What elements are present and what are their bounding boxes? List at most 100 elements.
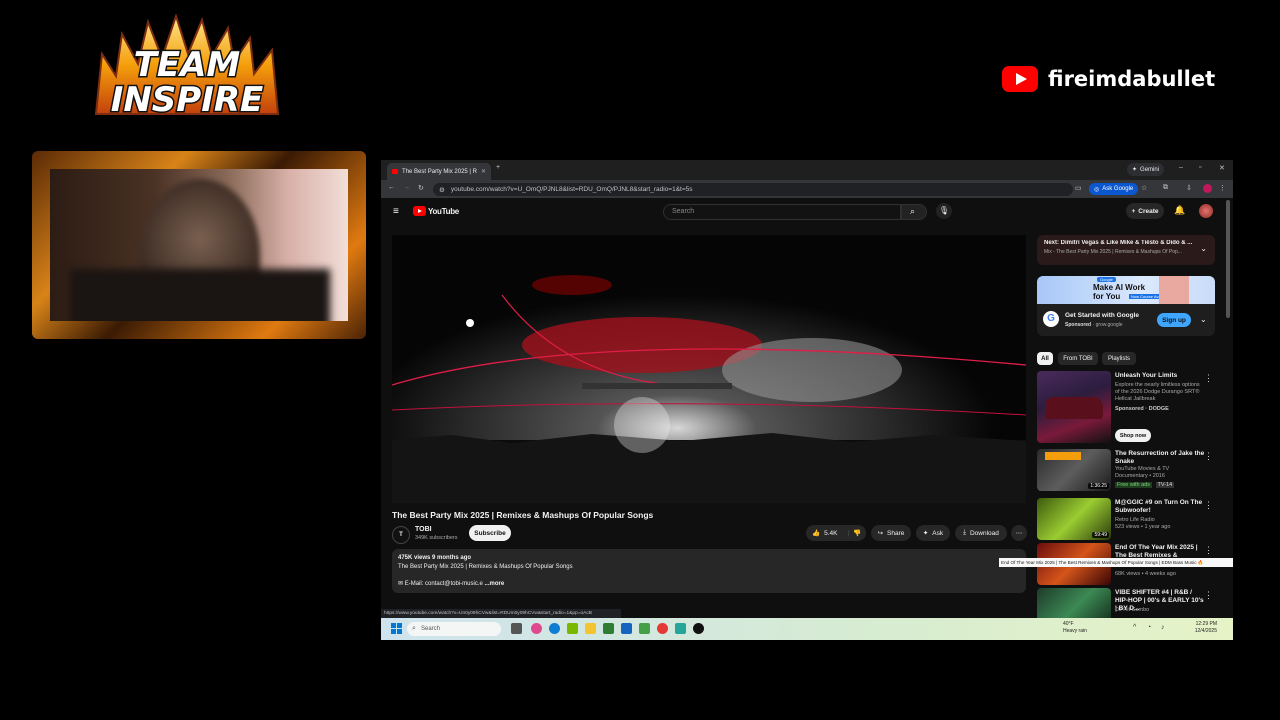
chip-from-tobi[interactable]: From TOBI — [1058, 352, 1098, 365]
description-line: The Best Party Mix 2025 | Remixes & Mash… — [398, 564, 573, 570]
profile-avatar[interactable] — [1203, 184, 1212, 193]
chevron-down-icon[interactable]: ⌄ — [1200, 244, 1207, 253]
dislike-icon[interactable]: 👎 — [853, 529, 861, 537]
chip-all[interactable]: All — [1037, 352, 1053, 365]
chrome-icon[interactable] — [657, 623, 668, 634]
window-close-icon[interactable]: ✕ — [1219, 164, 1225, 172]
ad-expand-chevron-icon[interactable]: ⌄ — [1200, 315, 1207, 324]
clock-time: 12:29 PM — [1195, 621, 1217, 627]
mic-icon[interactable]: 🎙 — [936, 203, 952, 219]
rec-channel: DJ Hit Combo — [1115, 607, 1150, 613]
url-text: youtube.com/watch?v=U_OmQ/PJNL8&list=RDU… — [450, 186, 693, 193]
youtube-logo[interactable]: YouTube — [413, 206, 459, 216]
gemini-button[interactable]: ✦ Gemini — [1127, 163, 1165, 176]
copilot-icon[interactable] — [531, 623, 542, 634]
more-options-icon[interactable]: ⋮ — [1204, 373, 1213, 384]
clock[interactable]: 12:29 PM 12/4/2025 — [1177, 621, 1217, 635]
edge-icon[interactable] — [549, 623, 560, 634]
store-icon[interactable] — [567, 623, 578, 634]
email-icon: ✉ — [398, 581, 404, 587]
site-info-icon[interactable]: ⚙ — [439, 186, 445, 194]
extensions-icon[interactable]: ⧉ — [1163, 184, 1168, 192]
show-more-link[interactable]: ...more — [485, 581, 505, 587]
tab-close-icon[interactable]: ✕ — [481, 168, 486, 175]
maximize-icon[interactable]: ▫ — [1199, 164, 1201, 171]
reload-icon[interactable]: ↻ — [418, 184, 424, 192]
download-button[interactable]: ⤓ Download — [955, 525, 1007, 541]
app-icon[interactable] — [675, 623, 686, 634]
search-button[interactable]: ⌕ — [901, 204, 927, 220]
more-options-icon[interactable]: ⋮ — [1204, 545, 1213, 556]
views-and-date: 475K views 9 months ago — [398, 555, 472, 561]
tray-chevron-icon[interactable]: ^ — [1133, 624, 1136, 631]
up-next-box[interactable]: Next: Dimitri Vegas & Like Mike & Tiësto… — [1037, 235, 1215, 265]
status-url: https://www.youtube.com/watch?v=Un0y09hC… — [381, 609, 621, 618]
taskbar-search-input[interactable]: ⌕ Search — [407, 622, 501, 636]
ask-google-button[interactable]: ◎ Ask Google — [1089, 183, 1139, 195]
lens-icon: ◎ — [1094, 186, 1100, 193]
app-icon[interactable] — [603, 623, 614, 634]
up-next-title: Next: Dimitri Vegas & Like Mike & Tiësto… — [1044, 240, 1193, 246]
bookmark-star-icon[interactable]: ☆ — [1141, 184, 1147, 192]
ask-button[interactable]: ✦ Ask — [916, 525, 950, 541]
windows-start-icon[interactable] — [391, 623, 402, 634]
subscriber-count: 349K subscribers — [415, 535, 458, 541]
subscribe-button[interactable]: Subscribe — [469, 525, 511, 541]
more-options-icon[interactable]: ⋮ — [1204, 500, 1213, 511]
search-input[interactable]: Search — [663, 204, 901, 220]
tooltip: End Of The Year Mix 2025 | The Best Remi… — [999, 558, 1233, 567]
obs-icon[interactable] — [693, 623, 704, 634]
back-icon[interactable]: ← — [388, 184, 395, 191]
notifications-bell-icon[interactable]: 🔔 — [1174, 205, 1185, 216]
video-player[interactable] — [392, 235, 1026, 503]
rating-badge: TV-14 — [1155, 482, 1175, 488]
hamburger-menu-icon[interactable]: ≡ — [393, 206, 399, 217]
clock-date: 12/4/2025 — [1194, 628, 1217, 634]
shop-now-button[interactable]: Shop now — [1115, 429, 1151, 442]
browser-menu-icon[interactable]: ⋮ — [1219, 184, 1226, 192]
free-with-ads-badge: Free with ads — [1115, 482, 1153, 488]
chip-playlists[interactable]: Playlists — [1102, 352, 1136, 365]
search-icon: ⌕ — [910, 206, 916, 216]
share-button[interactable]: ↪ Share — [871, 525, 911, 541]
rec-thumbnail — [1037, 371, 1111, 443]
description-email: E-Mail: contact@tobi-music.e — [404, 581, 483, 587]
cast-icon[interactable]: ▭ — [1075, 184, 1082, 192]
channel-avatar[interactable]: T — [392, 526, 410, 544]
tab-youtube[interactable]: The Best Party Mix 2025 | R ✕ — [387, 163, 491, 180]
account-avatar[interactable] — [1199, 204, 1213, 218]
sign-up-button[interactable]: Sign up — [1157, 313, 1191, 327]
list-item[interactable]: Unleash Your Limits Explore the nearly l… — [1037, 371, 1215, 447]
youtube-favicon-icon — [392, 169, 399, 174]
rec-description: Explore the nearly limitless options of … — [1115, 382, 1200, 402]
list-item[interactable]: 59:49 M@GGIC #9 on Turn On The Subwoofer… — [1037, 498, 1215, 542]
url-field[interactable]: ⚙ youtube.com/watch?v=U_OmQ/PJNL8&list=R… — [433, 183, 1073, 196]
description-box[interactable]: 475K views 9 months ago The Best Party M… — [392, 549, 1026, 593]
download-icon: ⤓ — [963, 529, 966, 536]
new-tab-icon[interactable]: + — [496, 164, 500, 171]
xbox-icon[interactable] — [639, 623, 650, 634]
create-button[interactable]: + Create — [1126, 203, 1164, 219]
scrollbar[interactable] — [1226, 200, 1230, 318]
network-icon[interactable]: ◔ — [1147, 624, 1151, 631]
like-icon[interactable]: 👍 — [812, 529, 820, 537]
file-explorer-icon[interactable] — [585, 623, 596, 634]
like-count[interactable]: 5.4K — [824, 530, 837, 537]
more-options-icon[interactable]: ⋮ — [1204, 451, 1213, 462]
rec-channel: YouTube Movies & TV — [1115, 466, 1170, 472]
forward-icon[interactable]: → — [403, 184, 410, 191]
team-inspire-logo: TEAM INSPIRE — [88, 12, 286, 124]
more-actions-icon[interactable]: ⋯ — [1011, 525, 1027, 541]
mail-icon[interactable] — [621, 623, 632, 634]
more-options-icon[interactable]: ⋮ — [1204, 590, 1213, 601]
browser-window: The Best Party Mix 2025 | R ✕ + ✦ Gemini … — [381, 160, 1233, 640]
ad-card[interactable]: Google Make AI Work for You Now Course A… — [1037, 276, 1215, 336]
task-view-icon[interactable] — [511, 623, 522, 634]
volume-icon[interactable]: ♪ — [1161, 624, 1165, 631]
downloads-icon[interactable]: ⇩ — [1186, 184, 1192, 192]
minimize-icon[interactable]: – — [1179, 164, 1183, 171]
weather-widget[interactable]: 40°F Heavy rain — [1063, 621, 1087, 635]
channel-name[interactable]: TOBI — [415, 526, 432, 533]
list-item[interactable]: 1:36:25 The Resurrection of Jake the Sna… — [1037, 449, 1215, 493]
duration-badge: 59:49 — [1092, 532, 1109, 538]
